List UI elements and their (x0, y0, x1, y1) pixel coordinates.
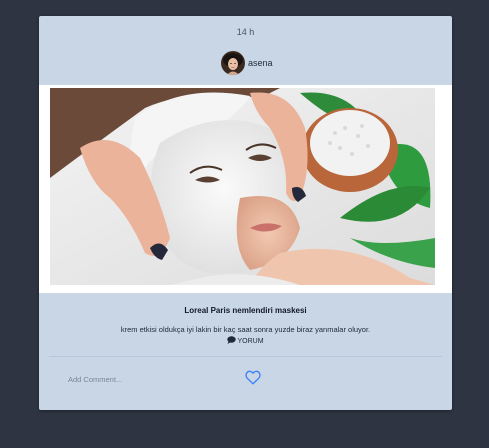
post-image-frame (39, 85, 452, 293)
post-time: 14 h (236, 27, 255, 37)
comment-input[interactable] (63, 370, 223, 388)
post-title: Loreal Paris nemlendiri maskesi (184, 306, 307, 315)
comment-link-label[interactable]: YORUM (237, 338, 263, 345)
username[interactable]: asena (248, 58, 273, 68)
post-image (50, 88, 435, 285)
comment-link[interactable]: YORUM (39, 336, 452, 345)
post-description: krem etkisi oldukça iyi lakin bir kaç sa… (120, 325, 371, 334)
post-card: 14 h asena Loreal Paris nemlendiri maske… (39, 16, 452, 410)
post-author[interactable]: asena (221, 50, 273, 76)
speech-bubble-icon (227, 336, 237, 344)
avatar[interactable] (221, 51, 245, 75)
heart-outline-icon[interactable] (245, 370, 261, 385)
divider (49, 356, 442, 357)
